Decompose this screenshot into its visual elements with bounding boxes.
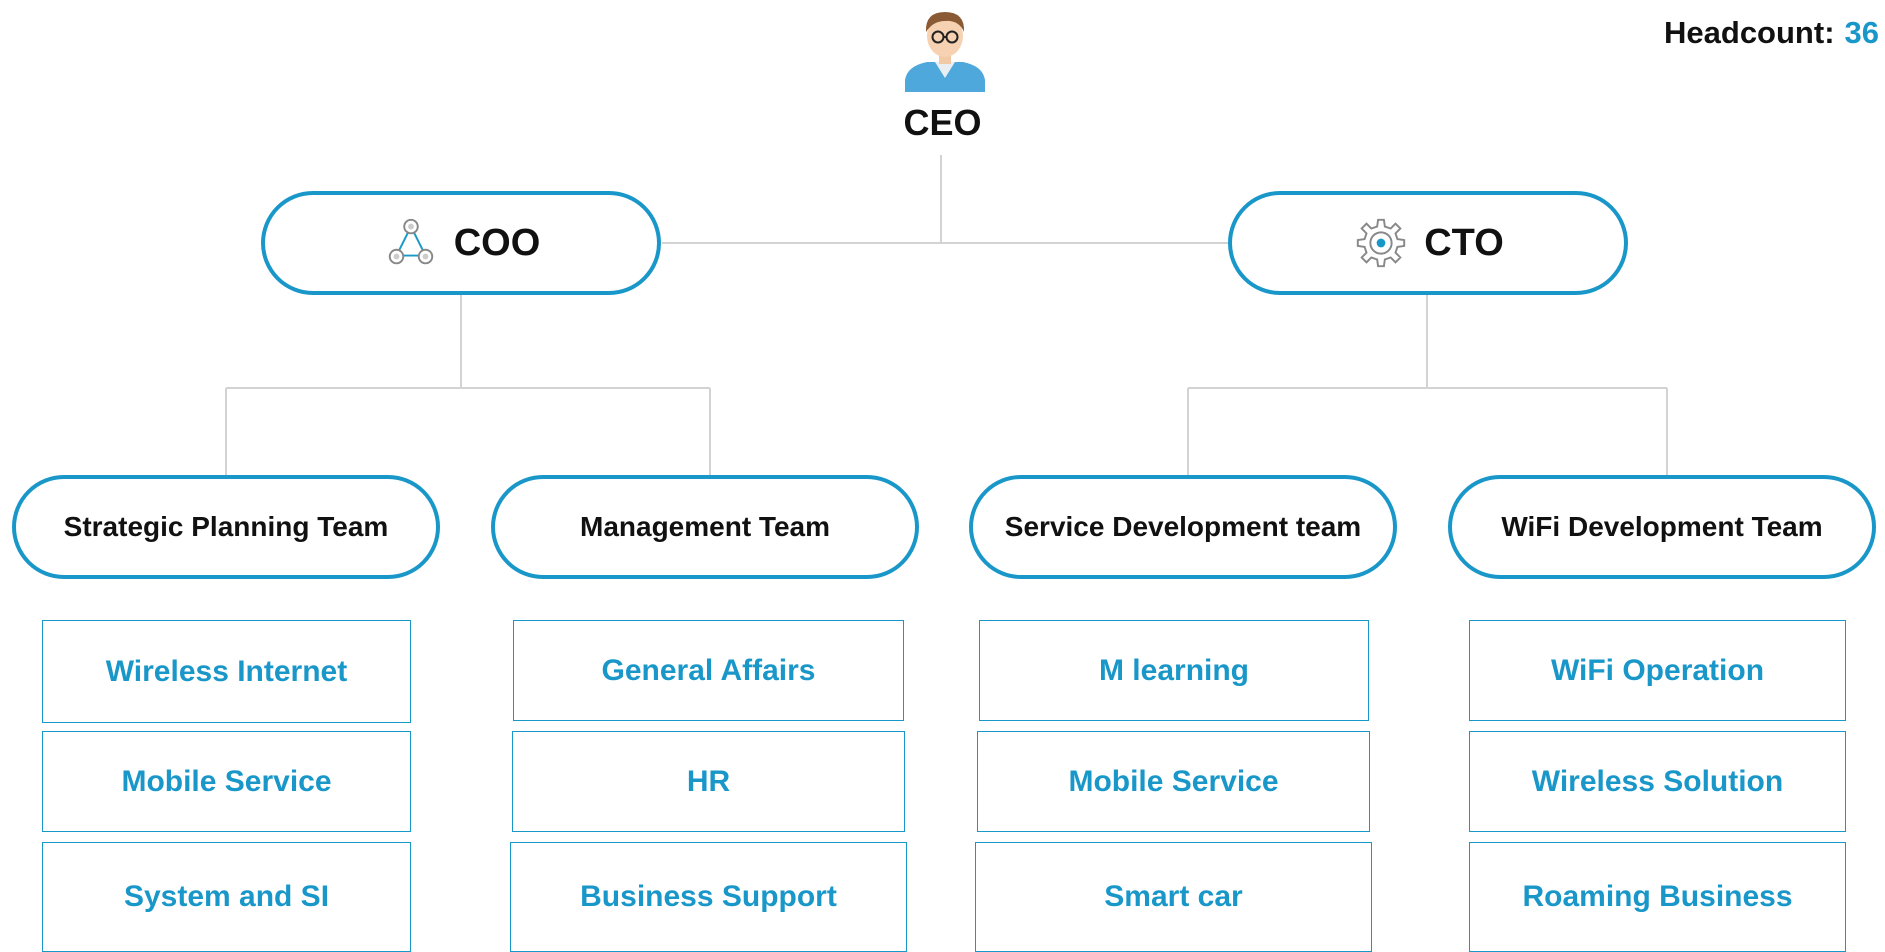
person-avatar-icon bbox=[905, 12, 985, 92]
network-triangle-icon bbox=[388, 218, 433, 265]
headcount-label: Headcount: bbox=[1664, 15, 1835, 50]
headcount: Headcount: 36 bbox=[1664, 15, 1879, 51]
unit-business-support: Business Support bbox=[510, 842, 907, 952]
unit-wireless-internet: Wireless Internet bbox=[42, 620, 411, 723]
unit-smart-car: Smart car bbox=[975, 842, 1372, 952]
unit-system-and-si: System and SI bbox=[42, 842, 411, 952]
cto-node: CTO bbox=[1228, 191, 1628, 295]
gear-icon bbox=[1357, 218, 1406, 268]
cto-label: CTO bbox=[1424, 221, 1504, 264]
unit-wireless-solution: Wireless Solution bbox=[1469, 731, 1846, 832]
headcount-value: 36 bbox=[1844, 15, 1879, 50]
team-wifi-development: WiFi Development Team bbox=[1448, 475, 1876, 579]
unit-general-affairs: General Affairs bbox=[513, 620, 904, 721]
ceo-label: CEO bbox=[903, 102, 982, 143]
team-management: Management Team bbox=[491, 475, 919, 579]
unit-roaming-business: Roaming Business bbox=[1469, 842, 1846, 952]
coo-label: COO bbox=[453, 221, 541, 264]
unit-wifi-operation: WiFi Operation bbox=[1469, 620, 1846, 721]
team-service-development: Service Development team bbox=[969, 475, 1397, 579]
unit-m-learning: M learning bbox=[979, 620, 1369, 721]
unit-mobile-service: Mobile Service bbox=[42, 731, 411, 832]
unit-mobile-service: Mobile Service bbox=[977, 731, 1370, 832]
unit-hr: HR bbox=[512, 731, 905, 832]
coo-node: COO bbox=[261, 191, 661, 295]
team-strategic-planning: Strategic Planning Team bbox=[12, 475, 440, 579]
